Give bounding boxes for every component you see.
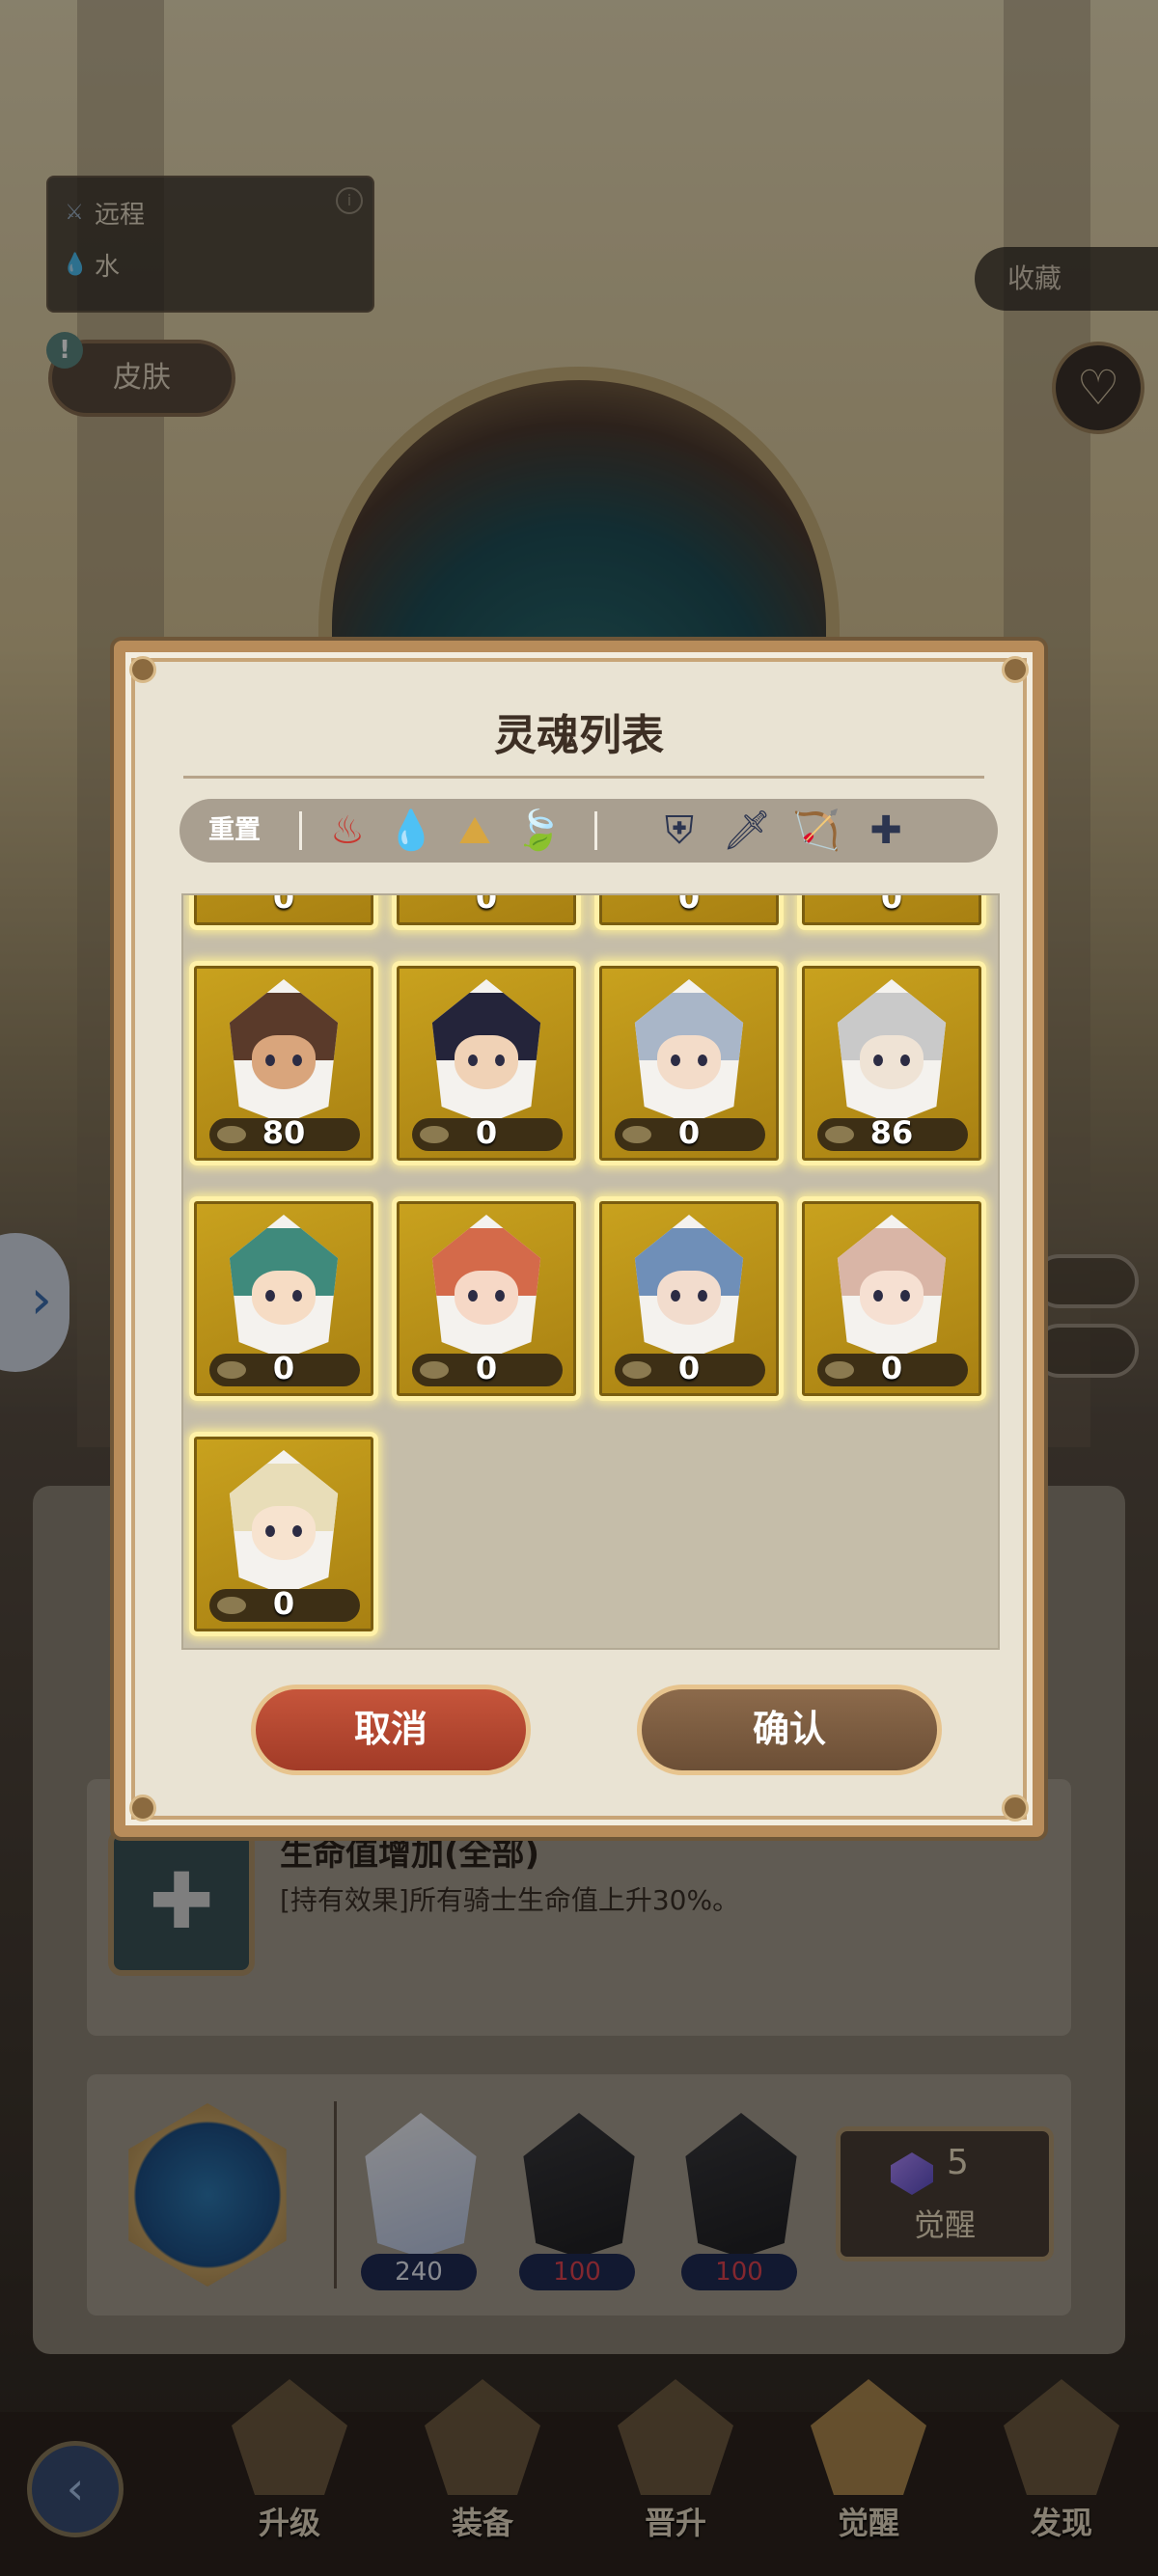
soul-portrait bbox=[229, 1215, 339, 1359]
cancel-button[interactable]: 取消 bbox=[251, 1685, 531, 1775]
filter-bar: 重置 ♨ 💧 ⛰ 🍃 ⛨ 🗡 🏹 ✚ bbox=[179, 799, 998, 863]
water-element-icon[interactable]: 💧 bbox=[384, 804, 438, 858]
soul-count: 0 bbox=[272, 1585, 295, 1622]
sword-class-icon[interactable]: 🗡 bbox=[720, 804, 774, 858]
corner-stud bbox=[129, 656, 156, 683]
filter-separator bbox=[594, 811, 597, 850]
soul-tile[interactable]: 0 bbox=[392, 961, 581, 1165]
reset-button[interactable]: 重置 bbox=[208, 799, 261, 863]
soul-count: 86 bbox=[869, 1114, 914, 1151]
soul-portrait bbox=[431, 1215, 541, 1359]
soul-portrait bbox=[431, 979, 541, 1124]
soul-portrait bbox=[634, 979, 744, 1124]
soul-count: 0 bbox=[272, 893, 295, 916]
corner-stud bbox=[1002, 656, 1029, 683]
soul-tile[interactable]: 0 bbox=[189, 1196, 378, 1401]
soul-tile[interactable]: 80 bbox=[189, 961, 378, 1165]
soul-tile[interactable]: 86 bbox=[797, 961, 986, 1165]
wind-element-icon[interactable]: 🍃 bbox=[511, 804, 565, 858]
soul-count: 0 bbox=[880, 893, 903, 916]
soul-tile[interactable]: 0 bbox=[189, 1432, 378, 1636]
corner-stud bbox=[129, 1795, 156, 1822]
soul-tile-partial[interactable]: 0 bbox=[594, 893, 784, 930]
soul-count: 0 bbox=[272, 1350, 295, 1386]
bow-class-icon[interactable]: 🏹 bbox=[789, 804, 843, 858]
healer-class-icon[interactable]: ✚ bbox=[859, 804, 913, 858]
confirm-button[interactable]: 确认 bbox=[637, 1685, 942, 1775]
soul-grid: 0 0 0 0 80 0 0 86 0 0 0 0 0 bbox=[181, 893, 1000, 1650]
fire-element-icon[interactable]: ♨ bbox=[320, 804, 374, 858]
soul-tile[interactable]: 0 bbox=[797, 1196, 986, 1401]
soul-portrait bbox=[229, 1450, 339, 1595]
soul-count: 0 bbox=[677, 893, 701, 916]
soul-list-modal: 灵魂列表 重置 ♨ 💧 ⛰ 🍃 ⛨ 🗡 🏹 ✚ 0 0 0 0 80 0 0 8… bbox=[114, 641, 1044, 1837]
soul-portrait bbox=[837, 1215, 947, 1359]
soul-portrait bbox=[229, 979, 339, 1124]
soul-portrait bbox=[837, 979, 947, 1124]
corner-stud bbox=[1002, 1795, 1029, 1822]
filter-separator bbox=[299, 811, 302, 850]
soul-tile-partial[interactable]: 0 bbox=[392, 893, 581, 930]
soul-tile[interactable]: 0 bbox=[594, 961, 784, 1165]
title-divider bbox=[183, 776, 984, 779]
soul-tile-partial[interactable]: 0 bbox=[797, 893, 986, 930]
soul-count: 0 bbox=[475, 893, 498, 916]
soul-count: 0 bbox=[880, 1350, 903, 1386]
soul-count: 0 bbox=[677, 1350, 701, 1386]
soul-count: 0 bbox=[475, 1114, 498, 1151]
soul-portrait bbox=[634, 1215, 744, 1359]
shield-class-icon[interactable]: ⛨ bbox=[652, 804, 706, 858]
soul-count: 0 bbox=[677, 1114, 701, 1151]
soul-count: 80 bbox=[262, 1114, 306, 1151]
soul-tile[interactable]: 0 bbox=[594, 1196, 784, 1401]
soul-tile[interactable]: 0 bbox=[392, 1196, 581, 1401]
earth-element-icon[interactable]: ⛰ bbox=[448, 804, 502, 858]
modal-title: 灵魂列表 bbox=[494, 711, 664, 760]
soul-tile-partial[interactable]: 0 bbox=[189, 893, 378, 930]
soul-count: 0 bbox=[475, 1350, 498, 1386]
